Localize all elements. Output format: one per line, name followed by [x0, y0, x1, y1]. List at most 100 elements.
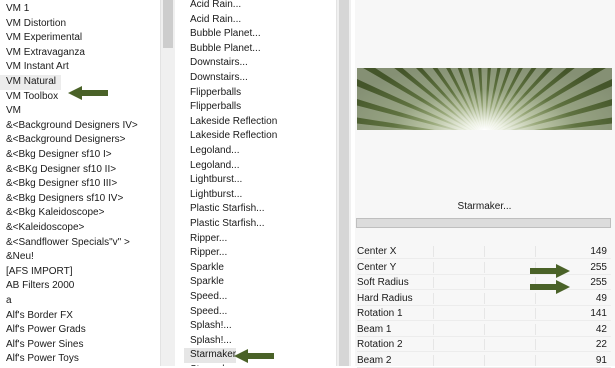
filter-item[interactable]: Flipperballs [184, 100, 330, 115]
filter-item[interactable]: Splash!... [184, 319, 330, 334]
parameter-row[interactable]: Soft Radius 255 [357, 275, 611, 290]
slider-tick [484, 308, 485, 319]
starburst-preview-image [357, 68, 612, 130]
category-item[interactable]: VM Natural [0, 75, 61, 90]
category-item[interactable]: VM 1 [0, 2, 156, 17]
category-item[interactable]: &<BKg Designer sf10 II> [0, 163, 156, 178]
slider-tick [535, 308, 536, 319]
parameter-row[interactable]: Center X 149 [357, 244, 611, 259]
category-item[interactable]: VM Instant Art [0, 60, 156, 75]
category-item[interactable]: VM Experimental [0, 31, 156, 46]
slider-tick [484, 292, 485, 304]
filter-item[interactable]: Sparkle [184, 261, 330, 276]
category-item[interactable]: &<Background Designers IV> [0, 119, 156, 134]
parameter-name: Beam 2 [357, 354, 392, 366]
category-item[interactable]: &<Bkg Kaleidoscope> [0, 206, 156, 221]
slider-tick [433, 308, 434, 319]
category-item[interactable]: VM Extravaganza [0, 46, 156, 61]
category-item[interactable]: Alf's Power Sines [0, 338, 156, 353]
filter-item[interactable]: Flipperballs [184, 86, 330, 101]
category-item[interactable]: &<Sandflower Specials"v" > [0, 236, 156, 251]
category-item[interactable]: &Neu! [0, 250, 156, 265]
category-list-scroll-thumb[interactable] [163, 0, 173, 48]
effect-progress-strip [356, 218, 611, 228]
parameter-row[interactable]: Beam 1 42 [357, 322, 611, 337]
category-list-scrollbar[interactable] [160, 0, 175, 366]
filter-item[interactable]: Plastic Starfish... [184, 217, 330, 232]
filter-item[interactable]: Downstairs... [184, 56, 330, 71]
effect-name-label: Starmaker... [457, 201, 512, 212]
parameter-value: 255 [590, 277, 607, 288]
parameter-value: 149 [590, 246, 607, 257]
arrow-icon [530, 264, 570, 278]
category-item[interactable]: a [0, 294, 156, 309]
filter-item[interactable]: Lakeside Reflection [184, 115, 330, 130]
category-item[interactable]: Alf's Power Toys [0, 352, 156, 366]
category-item[interactable]: Alf's Border FX [0, 309, 156, 324]
slider-tick [433, 277, 434, 288]
slider-tick [535, 246, 536, 257]
slider-tick [433, 292, 434, 304]
filter-item[interactable]: Lakeside Reflection [184, 129, 330, 144]
parameter-name: Beam 1 [357, 323, 392, 335]
slider-tick [535, 292, 536, 304]
arrow-icon [234, 349, 274, 363]
filter-list[interactable]: Acid Rain... Acid Rain... Bubble Planet...… [184, 0, 350, 366]
slider-tick [433, 354, 434, 366]
parameter-value: 42 [595, 323, 607, 335]
filter-item[interactable]: Starmaker... [184, 348, 244, 363]
category-list[interactable]: VM 1 VM Distortion VM Experimental VM Extra… [0, 0, 175, 366]
slider-tick [433, 323, 434, 335]
filter-item[interactable]: Speed... [184, 290, 330, 305]
category-item[interactable]: Alf's Power Grads [0, 323, 156, 338]
filter-list-scrollbar[interactable] [336, 0, 351, 366]
parameter-value: 49 [595, 292, 607, 304]
slider-tick [535, 323, 536, 335]
parameter-value: 22 [595, 339, 607, 350]
filter-item[interactable]: Lightburst... [184, 188, 330, 203]
parameter-value: 141 [590, 308, 607, 319]
parameter-row[interactable]: Rotation 1 141 [357, 306, 611, 321]
category-item[interactable]: &<Bkg Designer sf10 III> [0, 177, 156, 192]
slider-tick [484, 339, 485, 350]
parameter-slider-track[interactable] [357, 366, 611, 368]
arrow-icon [530, 280, 570, 294]
filter-item[interactable]: Legoland... [184, 144, 330, 159]
filter-list-scroll-thumb[interactable] [339, 0, 349, 366]
filter-item[interactable]: Lightburst... [184, 173, 330, 188]
category-item[interactable]: [AFS IMPORT] [0, 265, 156, 280]
filter-item[interactable]: Ripper... [184, 232, 330, 247]
parameter-value: 255 [590, 261, 607, 273]
parameter-name: Center Y [357, 261, 397, 273]
parameter-row[interactable]: Beam 2 91 [357, 353, 611, 368]
category-item[interactable]: &<Bkg Designers sf10 IV> [0, 192, 156, 207]
filter-item[interactable]: Ripper... [184, 246, 330, 261]
filter-item[interactable]: Sparkle [184, 275, 330, 290]
filter-item[interactable]: Bubble Planet... [184, 27, 330, 42]
category-item[interactable]: VM Distortion [0, 17, 156, 32]
filter-item[interactable]: Acid Rain... [184, 13, 330, 28]
parameter-row[interactable]: Hard Radius 49 [357, 291, 611, 306]
filter-item[interactable]: Bubble Planet... [184, 42, 330, 57]
filter-item[interactable]: Legoland... [184, 159, 330, 174]
parameter-row[interactable]: Rotation 2 22 [357, 337, 611, 352]
filter-item[interactable]: Plastic Starfish... [184, 202, 330, 217]
slider-tick [484, 323, 485, 335]
filter-item[interactable]: Speed... [184, 305, 330, 320]
slider-tick [484, 354, 485, 366]
category-item[interactable]: &<Kaleidoscope> [0, 221, 156, 236]
parameter-name: Center X [357, 246, 397, 257]
parameter-name: Rotation 1 [357, 308, 403, 319]
category-item[interactable]: AB Filters 2000 [0, 279, 156, 294]
filter-item[interactable]: Splash!... [184, 334, 330, 349]
parameter-row[interactable]: Center Y 255 [357, 260, 611, 275]
parameter-name: Rotation 2 [357, 339, 403, 350]
filter-item[interactable]: Acid Rain... [184, 0, 330, 13]
category-item[interactable]: VM [0, 104, 156, 119]
category-item[interactable]: &<Bkg Designer sf10 I> [0, 148, 156, 163]
category-item[interactable]: &<Background Designers> [0, 133, 156, 148]
slider-tick [484, 277, 485, 288]
effect-preview [357, 68, 612, 130]
filter-item[interactable]: Downstairs... [184, 71, 330, 86]
slider-tick [433, 246, 434, 257]
